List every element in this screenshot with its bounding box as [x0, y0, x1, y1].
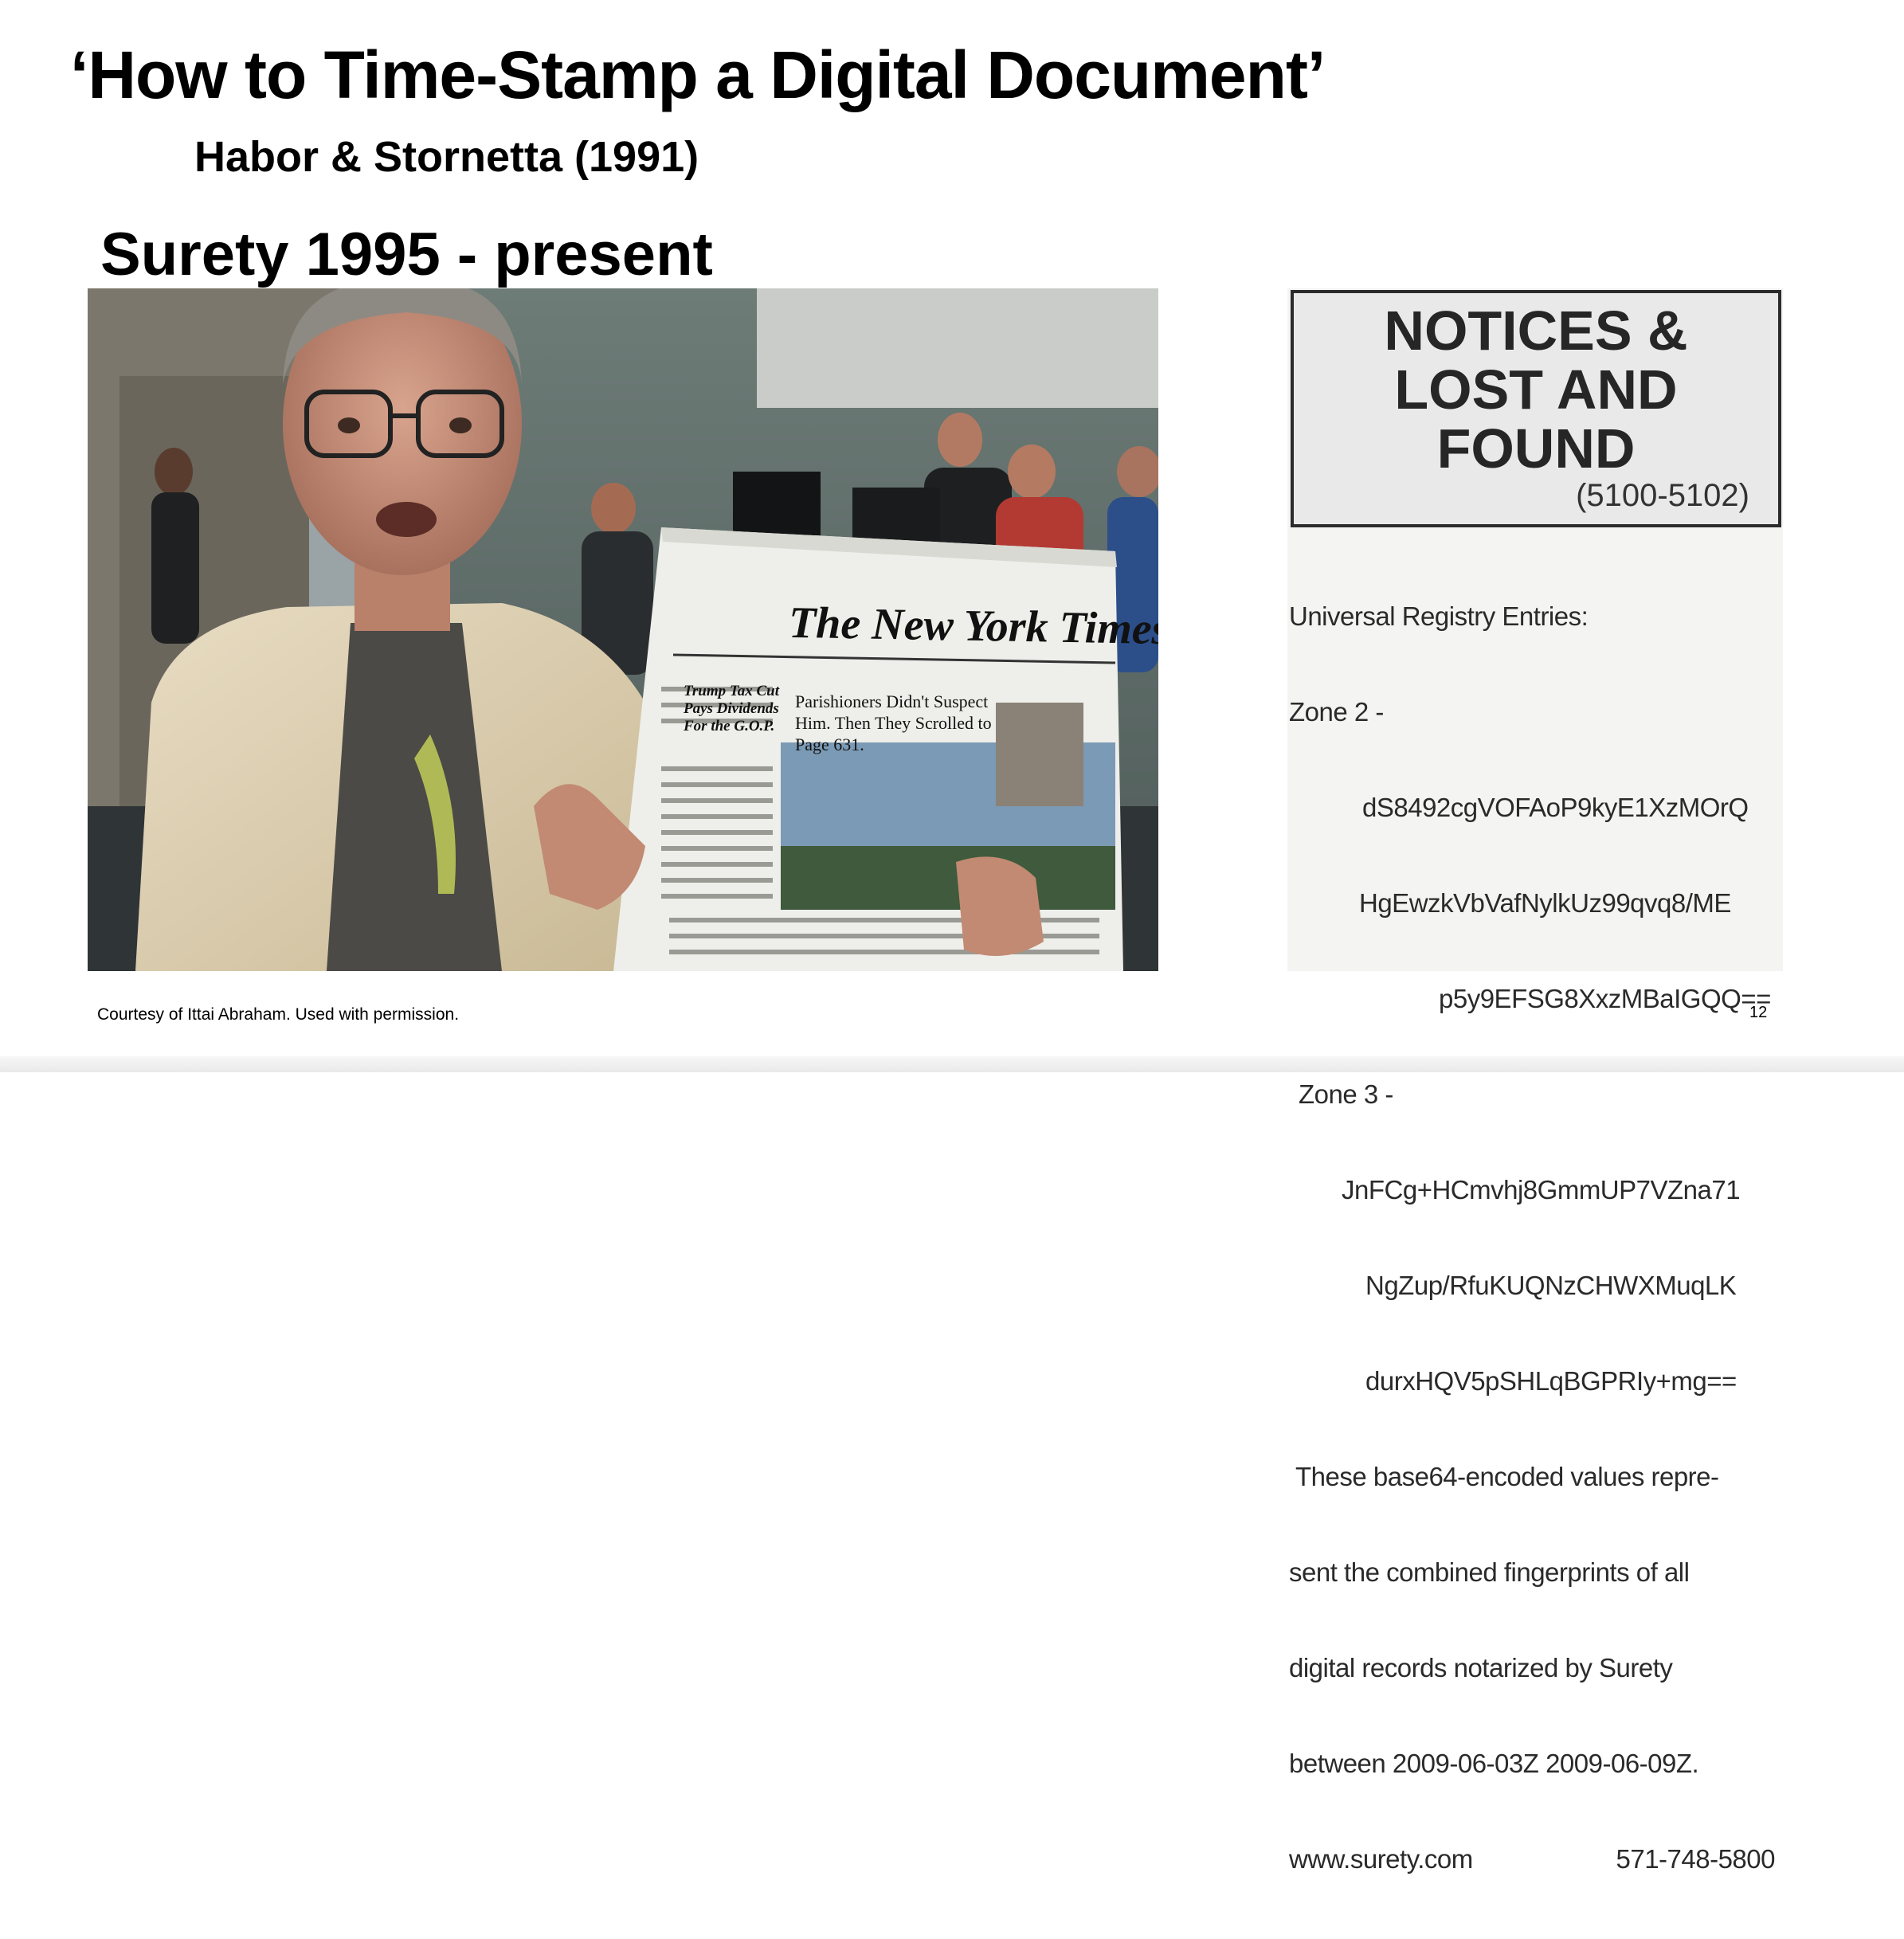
page-number: 12: [1749, 1004, 1768, 1021]
notice-header: NOTICES & LOST AND FOUND: [1294, 301, 1778, 478]
description-line: These base64-encoded values repre-: [1295, 1462, 1719, 1491]
notice-code: (5100-5102): [1576, 478, 1749, 513]
slide: ‘How to Time-Stamp a Digital Document’ H…: [0, 0, 1904, 1874]
description-line: digital records notarized by Surety: [1289, 1653, 1673, 1682]
photo-man-with-newspaper: The New York Times Trump Tax Cut Pays Di…: [88, 288, 1158, 971]
notice-header-line: NOTICES &: [1384, 300, 1688, 362]
notice-header-line: FOUND: [1436, 417, 1636, 480]
slide-title: ‘How to Time-Stamp a Digital Document’: [70, 37, 1326, 112]
newspaper-masthead: The New York Times: [788, 597, 1158, 655]
zone2-line: p5y9EFSG8XxzMBaIGQQ==: [1439, 984, 1771, 1013]
zone3-label: Zone 3 -: [1299, 1079, 1393, 1109]
slide-subtitle: Habor & Stornetta (1991): [194, 133, 699, 181]
website-text: www.surety.com: [1289, 1844, 1473, 1874]
zone3-line: NgZup/RfuKUQNzCHWXMuqLK: [1365, 1271, 1737, 1300]
registry-label: Universal Registry Entries:: [1289, 601, 1589, 631]
notice-header-box: NOTICES & LOST AND FOUND (5100-5102): [1291, 290, 1781, 527]
contact-row: www.surety.com 571-748-5800: [1289, 1843, 1775, 1875]
bottom-bar: [0, 1056, 1904, 1072]
zone2-line: HgEwzkVbVafNylkUz99qvq8/ME: [1359, 888, 1731, 918]
notice-header-line: LOST AND: [1394, 358, 1678, 421]
zone2-line: dS8492cgVOFAoP9kyE1XzMOrQ: [1362, 793, 1749, 822]
phone-text: 571-748-5800: [1616, 1844, 1775, 1874]
description-line: between 2009-06-03Z 2009-06-09Z.: [1289, 1749, 1699, 1778]
notice-clipping: NOTICES & LOST AND FOUND (5100-5102) Uni…: [1287, 288, 1783, 1874]
footer-credit: Courtesy of Ittai Abraham. Used with per…: [97, 1005, 460, 1024]
notice-body: Universal Registry Entries: Zone 2 - dS8…: [1289, 537, 1781, 1939]
newspaper-headline-main: Parishioners Didn't Suspect Him. Then Th…: [795, 691, 992, 754]
zone3-line: JnFCg+HCmvhj8GmmUP7VZna71: [1342, 1175, 1741, 1205]
section-heading: Surety 1995 - present: [100, 221, 713, 288]
newspaper-headline-left: Trump Tax Cut Pays Dividends For the G.O…: [684, 683, 780, 734]
zone2-label: Zone 2 -: [1289, 697, 1384, 727]
zone3-line: durxHQV5pSHLqBGPRIy+mg==: [1365, 1366, 1737, 1396]
description-line: sent the combined fingerprints of all: [1289, 1557, 1690, 1587]
